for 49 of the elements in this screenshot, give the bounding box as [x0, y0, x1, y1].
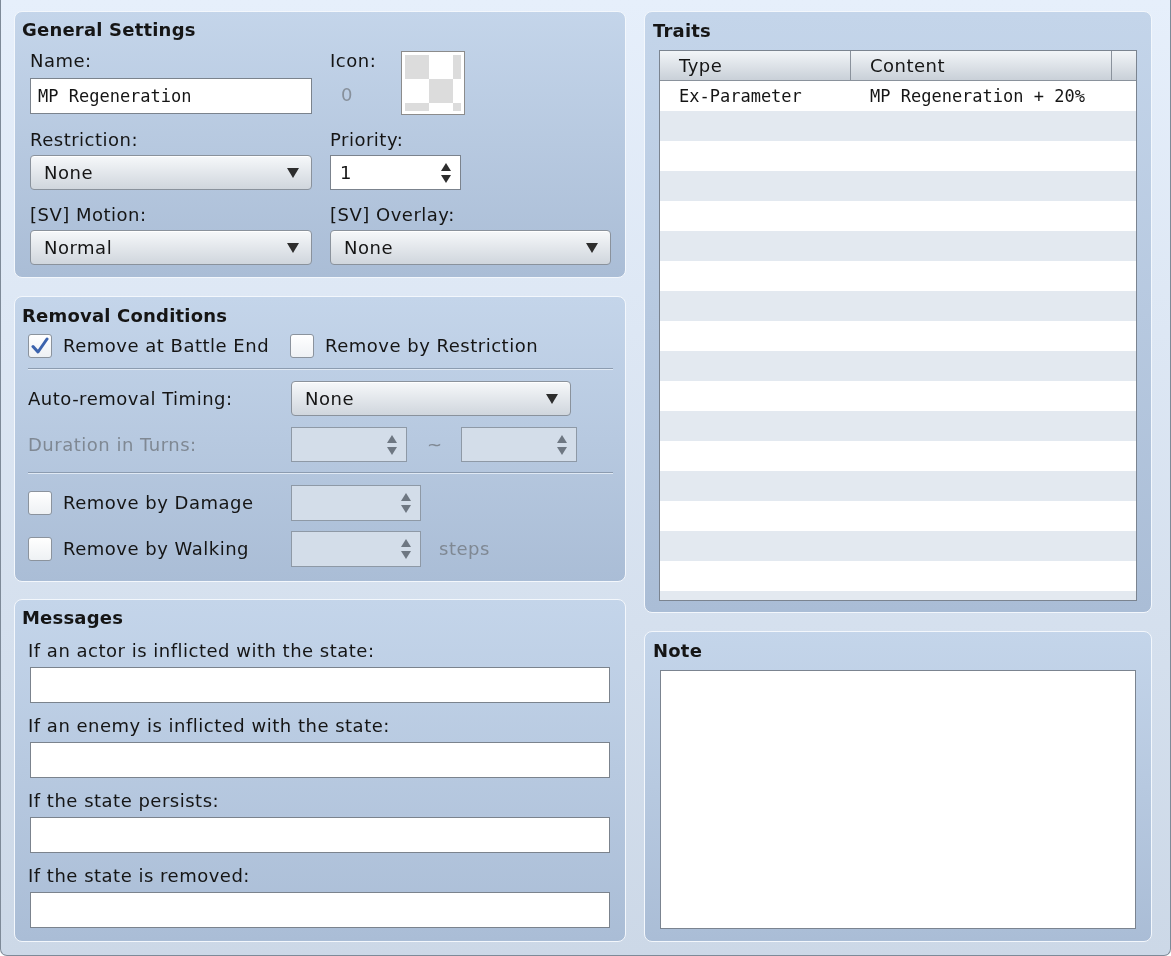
panel-title: General Settings	[22, 19, 196, 41]
checkbox-label: Remove at Battle End	[63, 335, 270, 357]
table-cell-text: Ex-Parameter	[678, 85, 803, 108]
message-field[interactable]	[30, 892, 610, 928]
restriction-dropdown[interactable]: None	[30, 155, 312, 190]
field-label: Auto-removal Timing:	[28, 387, 233, 410]
field-label: If the state persists:	[28, 790, 220, 812]
timing-dropdown[interactable]: None	[291, 381, 571, 416]
note-field[interactable]	[660, 670, 1136, 929]
checkbox-label: Remove by Restriction	[325, 335, 539, 357]
unit-label: steps	[439, 538, 490, 560]
message-field[interactable]	[30, 742, 610, 778]
table-cell-text: MP Regeneration + 20%	[869, 85, 1086, 108]
overlay-dropdown[interactable]: None	[330, 230, 611, 265]
field-label: Name:	[30, 50, 92, 72]
panel-title: Messages	[22, 607, 124, 629]
checkbox[interactable]	[28, 334, 52, 358]
field-label: If the state is removed:	[28, 865, 250, 887]
caret-icon	[287, 167, 299, 178]
caret-icon	[546, 393, 558, 404]
field-label: Duration in Turns:	[28, 433, 197, 456]
panel-title: Traits	[653, 20, 711, 42]
field-label: Icon:	[330, 50, 377, 72]
field-label: Restriction:	[30, 129, 139, 151]
name-field[interactable]: MP Regeneration	[30, 78, 312, 114]
icon-index: 0	[341, 84, 353, 106]
up-down-arrows-icon[interactable]	[441, 161, 451, 184]
motion-dropdown[interactable]: Normal	[30, 230, 312, 265]
field-label: [SV] Motion:	[30, 204, 147, 226]
column-header: Type	[660, 51, 851, 81]
field-label: If an enemy is inflicted with the state:	[28, 715, 390, 737]
message-field[interactable]	[30, 667, 610, 703]
field-label: [SV] Overlay:	[330, 204, 455, 226]
column-header: Content	[851, 51, 1112, 81]
caret-icon	[586, 242, 598, 253]
priority-spinner[interactable]: 1	[330, 155, 461, 190]
message-field[interactable]	[30, 817, 610, 853]
empty-column-header	[1112, 51, 1136, 81]
range-separator: ~	[427, 433, 443, 456]
checkmark-icon	[31, 337, 49, 355]
checkerboard-icon[interactable]	[401, 51, 465, 115]
caret-icon	[287, 242, 299, 253]
checkbox-label: Remove by Walking	[63, 538, 249, 560]
checkbox[interactable]	[290, 334, 314, 358]
panel-title: Note	[653, 640, 703, 662]
field-label: Priority:	[330, 129, 404, 151]
checkbox-label: Remove by Damage	[63, 492, 254, 514]
field-label: If an actor is inflicted with the state:	[28, 640, 375, 662]
panel-title: Removal Conditions	[22, 305, 228, 327]
